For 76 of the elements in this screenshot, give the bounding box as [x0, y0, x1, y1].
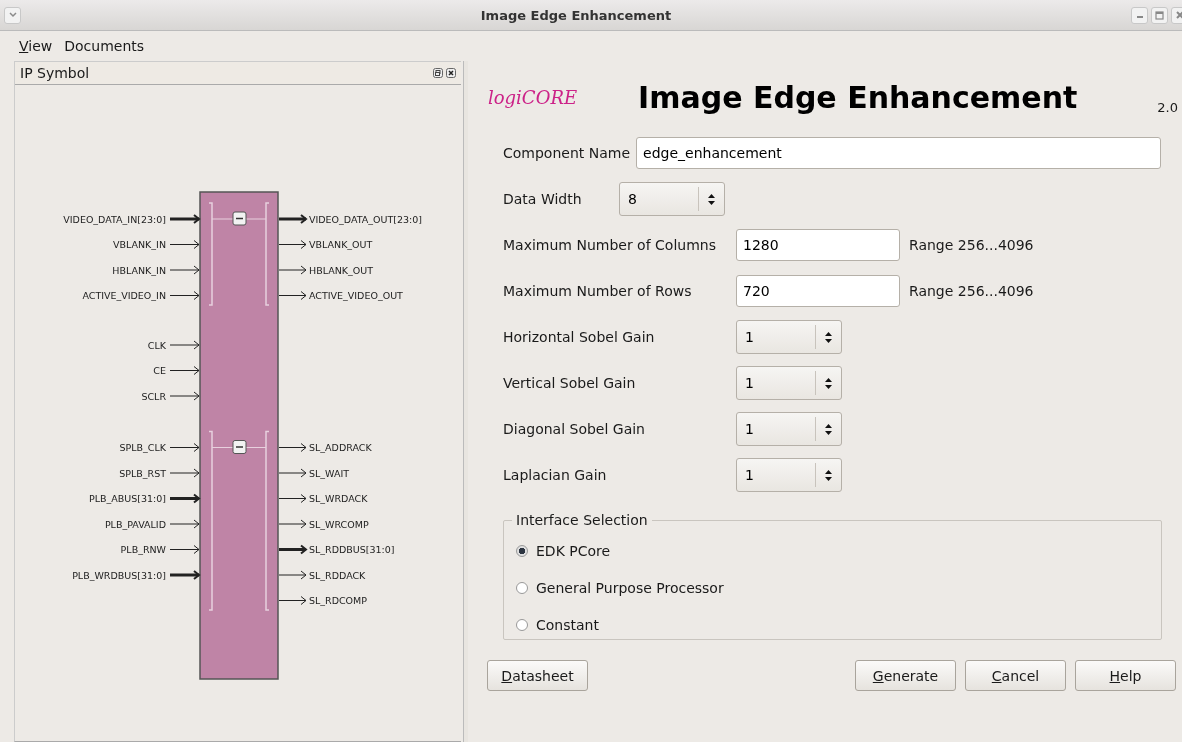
text-field[interactable]: 1280: [736, 229, 900, 261]
dropdown[interactable]: 8: [619, 182, 725, 216]
up-down-arrows-icon: [824, 468, 833, 482]
pin-label: VBLANK_IN: [112, 239, 166, 250]
pin-label: SL_RDDBUS[31:0]: [309, 544, 395, 555]
pin-label: SL_WRDACK: [309, 493, 368, 504]
field-label: Diagonal Sobel Gain: [503, 421, 646, 437]
pin-label: SL_WRCOMP: [309, 518, 369, 530]
radio-option[interactable]: Constant: [516, 606, 599, 643]
field-label: Laplacian Gain: [503, 467, 608, 483]
radio-button[interactable]: [516, 581, 528, 594]
dialog-button[interactable]: Datasheet: [487, 660, 588, 691]
pin-label: SL_ADDRACK: [309, 442, 372, 453]
up-down-arrows-icon: [824, 330, 833, 344]
pin-label: ACTIVE_VIDEO_IN: [82, 290, 166, 301]
panel-title: IP Symbol: [20, 65, 91, 81]
menu-item[interactable]: View: [19, 38, 53, 54]
maximize-button[interactable]: [1151, 6, 1168, 24]
pin-label: HBLANK_OUT: [309, 264, 373, 276]
collapse-icon[interactable]: [232, 211, 247, 226]
field-label: Component Name: [503, 145, 631, 161]
caret-icon: [7, 11, 18, 19]
window-menu-button[interactable]: [4, 6, 21, 24]
pin-label: PLB_WRDBUS[31:0]: [72, 569, 166, 581]
dialog-button[interactable]: Help: [1075, 660, 1176, 691]
field-label: Horizontal Sobel Gain: [503, 329, 656, 345]
dropdown[interactable]: 1: [736, 320, 842, 354]
maximize-icon: [1155, 10, 1164, 20]
pin-label: PLB_RNW: [120, 544, 166, 555]
core-title: Image Edge Enhancement: [638, 79, 1078, 115]
collapse-icon[interactable]: [232, 440, 247, 454]
pin-label: SL_RDCOMP: [309, 595, 368, 606]
pin-label: VIDEO_DATA_OUT[23:0]: [309, 213, 423, 225]
pin-label: SPLB_CLK: [119, 442, 166, 453]
splitter-handle[interactable]: [463, 61, 468, 742]
dropdown[interactable]: 1: [736, 366, 842, 400]
pin-label: CLK: [147, 339, 166, 351]
pin-label: PLB_ABUS[31:0]: [88, 493, 166, 504]
up-down-arrows-icon: [824, 376, 833, 390]
pin-label: VBLANK_OUT: [309, 239, 373, 250]
up-down-arrows-icon: [824, 422, 833, 436]
pin-label: HBLANK_IN: [112, 264, 166, 276]
pin-label: SL_RDDACK: [309, 569, 366, 581]
close-icon: [1175, 11, 1182, 19]
logo: logiCORE: [488, 86, 579, 108]
pin-label: CE: [153, 365, 166, 376]
text-field[interactable]: edge_enhancement: [636, 137, 1161, 169]
dropdown[interactable]: 1: [736, 458, 842, 492]
radio-button[interactable]: [516, 618, 528, 631]
radio-button[interactable]: [516, 544, 528, 557]
field-label: Vertical Sobel Gain: [503, 375, 637, 391]
window-title: Image Edge Enhancement: [479, 7, 673, 23]
up-down-arrows-icon: [707, 192, 716, 206]
pin-label: SCLR: [141, 390, 166, 402]
close-icon[interactable]: [446, 68, 456, 78]
text-field[interactable]: 720: [736, 275, 900, 307]
range-hint: Range 256...4096: [909, 237, 1034, 253]
field-label: Data Width: [503, 191, 583, 207]
pin-label: SPLB_RST: [119, 467, 166, 479]
radio-option[interactable]: EDK PCore: [516, 532, 611, 569]
field-label: Maximum Number of Columns: [503, 237, 717, 253]
pin-label: VIDEO_DATA_IN[23:0]: [63, 213, 166, 225]
dropdown[interactable]: 1: [736, 412, 842, 446]
pin-label: PLB_PAVALID: [104, 518, 166, 530]
float-icon[interactable]: [433, 68, 443, 78]
dialog-button[interactable]: Generate: [855, 660, 956, 691]
menu-item[interactable]: Documents: [64, 38, 145, 54]
version-label: 2.0: [1157, 100, 1178, 115]
field-label: Maximum Number of Rows: [503, 283, 693, 299]
dialog-button[interactable]: Cancel: [965, 660, 1066, 691]
pin-label: SL_WAIT: [309, 467, 350, 479]
group-title: Interface Selection: [515, 512, 649, 528]
minimize-button[interactable]: [1131, 6, 1148, 24]
range-hint: Range 256...4096: [909, 283, 1034, 299]
radio-option[interactable]: General Purpose Processor: [516, 569, 724, 606]
pin-label: ACTIVE_VIDEO_OUT: [309, 290, 403, 301]
